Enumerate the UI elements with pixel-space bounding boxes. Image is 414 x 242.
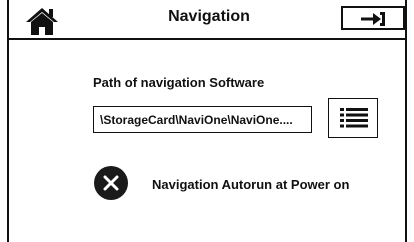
exit-arrow-icon: [361, 12, 385, 26]
browse-button[interactable]: [328, 98, 378, 138]
path-input[interactable]: [93, 106, 312, 133]
navigation-window: Navigation Path of navigation Software \…: [7, 0, 407, 242]
header-bar: Navigation: [9, 0, 405, 40]
exit-button[interactable]: [341, 6, 405, 30]
home-icon: [26, 8, 58, 35]
home-button[interactable]: [24, 6, 60, 36]
page-title: Navigation: [168, 8, 250, 25]
list-icon: [340, 108, 368, 128]
autorun-toggle[interactable]: [94, 166, 128, 200]
path-label: Path of navigation Software: [93, 75, 265, 90]
close-icon: [103, 175, 119, 191]
autorun-label: Navigation Autorun at Power on: [152, 177, 350, 192]
